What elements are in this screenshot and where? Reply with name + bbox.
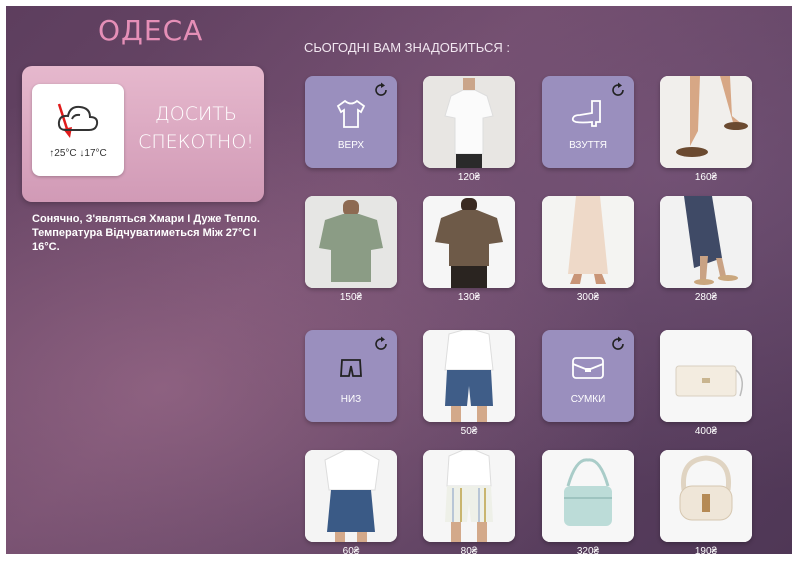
product-image — [542, 196, 634, 288]
product-image — [660, 330, 752, 422]
product-price: 160₴ — [694, 172, 718, 183]
product-image — [660, 76, 752, 168]
product-sandals[interactable] — [660, 76, 752, 168]
weather-headline: ДОСИТЬ СПЕКОТНО! — [136, 100, 256, 156]
product-image — [305, 450, 397, 542]
weather-icon-box: ↑25°C ↓17°C — [32, 84, 124, 176]
category-shoes-tile[interactable]: ВЗУТТЯ — [542, 76, 634, 168]
product-navy-skirt[interactable] — [660, 196, 752, 288]
product-price: 120₴ — [457, 172, 481, 183]
product-brown-tshirt[interactable] — [423, 196, 515, 288]
category-label: ВЗУТТЯ — [569, 140, 607, 151]
bag-icon — [542, 352, 634, 387]
app-screen: ОДЕСА ↑25°C ↓17°C ДОСИТЬ СПЕКОТНО! Соняч… — [6, 6, 792, 554]
product-image — [423, 330, 515, 422]
product-price: 80₴ — [460, 546, 478, 554]
product-price: 150₴ — [339, 292, 363, 303]
weather-headline-line2: СПЕКОТНО! — [138, 131, 254, 153]
product-image — [423, 450, 515, 542]
category-label: ВЕРХ — [337, 140, 365, 151]
category-bottom-tile[interactable]: НИЗ — [305, 330, 397, 422]
product-image — [423, 76, 515, 168]
product-white-tshirt[interactable] — [423, 76, 515, 168]
refresh-icon[interactable] — [610, 82, 626, 98]
product-image — [660, 450, 752, 542]
product-image — [305, 196, 397, 288]
product-image — [660, 196, 752, 288]
shorts-icon — [305, 352, 397, 387]
product-cream-clutch[interactable] — [660, 330, 752, 422]
boot-icon — [542, 98, 634, 135]
recommendations-heading: СЬОГОДНІ ВАМ ЗНАДОБИТЬСЯ : — [304, 40, 510, 55]
category-top-tile[interactable]: ВЕРХ — [305, 76, 397, 168]
city-title: ОДЕСА — [98, 14, 204, 47]
product-denim-shorts[interactable] — [423, 330, 515, 422]
product-beige-crossbody[interactable] — [660, 450, 752, 542]
product-price: 130₴ — [457, 292, 481, 303]
product-price: 280₴ — [694, 292, 718, 303]
category-bags-tile[interactable]: СУМКИ — [542, 330, 634, 422]
temperature-range: ↑25°C ↓17°C — [49, 148, 107, 159]
product-price: 300₴ — [576, 292, 600, 303]
weather-card: ↑25°C ↓17°C ДОСИТЬ СПЕКОТНО! — [22, 66, 264, 202]
weather-description: Сонячно, З'являться Хмари І Дуже Тепло. … — [32, 213, 260, 253]
product-denim-skirt[interactable] — [305, 450, 397, 542]
category-label: НИЗ — [340, 394, 362, 405]
product-price: 60₴ — [342, 546, 360, 554]
product-green-tshirt[interactable] — [305, 196, 397, 288]
product-price: 320₴ — [576, 546, 600, 554]
category-label: СУМКИ — [570, 394, 606, 405]
cloud-icon — [57, 105, 99, 131]
product-image — [542, 450, 634, 542]
tshirt-icon — [305, 98, 397, 135]
product-beige-skirt[interactable] — [542, 196, 634, 288]
refresh-icon[interactable] — [610, 336, 626, 352]
product-price: 190₴ — [694, 546, 718, 554]
product-mint-bag[interactable] — [542, 450, 634, 542]
product-striped-shorts[interactable] — [423, 450, 515, 542]
product-price: 400₴ — [694, 426, 718, 437]
refresh-icon[interactable] — [373, 82, 389, 98]
weather-headline-line1: ДОСИТЬ — [155, 103, 237, 125]
refresh-icon[interactable] — [373, 336, 389, 352]
product-price: 50₴ — [460, 426, 478, 437]
product-image — [423, 196, 515, 288]
